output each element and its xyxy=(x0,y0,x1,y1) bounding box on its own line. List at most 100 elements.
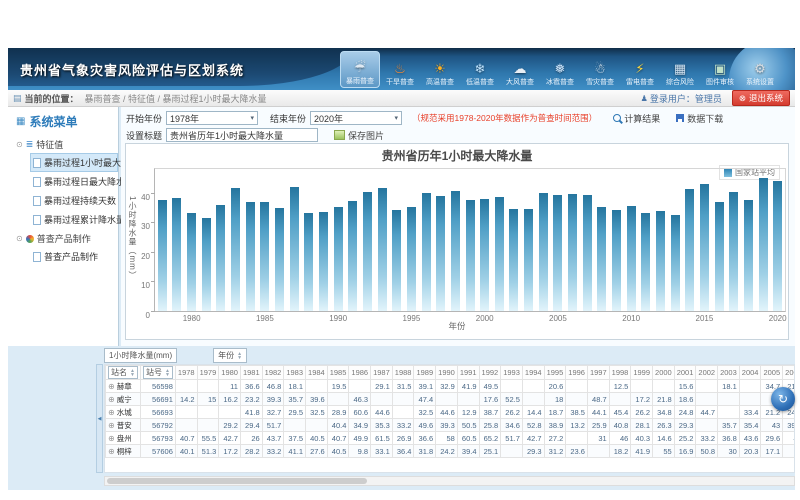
year-col-1979[interactable]: 1979 xyxy=(197,366,219,380)
year-col-1978[interactable]: 1978 xyxy=(175,366,197,380)
year-col-1982[interactable]: 1982 xyxy=(262,366,284,380)
value-cell-1983: 35.7 xyxy=(284,393,306,406)
year-col-1996[interactable]: 1996 xyxy=(566,366,588,380)
year-col-2001[interactable]: 2001 xyxy=(674,366,696,380)
table-row-56792[interactable]: ⊕普安5679229.229.451.740.434.935.333.249.6… xyxy=(106,419,796,432)
year-col-1988[interactable]: 1988 xyxy=(392,366,414,380)
year-col-1980[interactable]: 1980 xyxy=(219,366,241,380)
measure-select[interactable]: 1小时降水量(mm) xyxy=(104,348,177,363)
end-year-select[interactable]: 2020年 ▾ xyxy=(310,111,402,125)
value-cell-1984 xyxy=(306,380,328,393)
col-station-header[interactable]: 站名▲▼ xyxy=(106,366,141,380)
year-col-1992[interactable]: 1992 xyxy=(479,366,501,380)
value-cell-1994: 52.8 xyxy=(522,419,544,432)
nav-low-temp[interactable]: ❄低温普查 xyxy=(460,51,500,88)
sidebar-item[interactable]: 暴雨过程累计降水量 xyxy=(30,210,118,229)
bar-1988 xyxy=(304,213,313,311)
year-col-1990[interactable]: 1990 xyxy=(436,366,458,380)
sidebar-item[interactable]: 普查产品制作 xyxy=(30,247,118,266)
sidebar-item[interactable]: 暴雨过程日最大降水量 xyxy=(30,172,118,191)
expand-icon[interactable]: ⊕ xyxy=(108,382,115,391)
save-image-button[interactable]: 保存图片 xyxy=(334,129,384,142)
y-tick-mark xyxy=(151,193,155,194)
year-col-1986[interactable]: 1986 xyxy=(349,366,371,380)
tree-group[interactable]: ⊙普查产品制作 xyxy=(8,229,118,247)
value-cell-1991 xyxy=(457,393,479,406)
nav-snow[interactable]: ☃雪灾普查 xyxy=(580,51,620,88)
nav-hail[interactable]: ❅冰雹普查 xyxy=(540,51,580,88)
start-year-select[interactable]: 1978年 ▾ xyxy=(166,111,258,125)
logout-icon: ⊗ xyxy=(739,93,746,104)
value-cell-1981: 29.4 xyxy=(240,419,262,432)
col-station-sort-button[interactable]: 站名▲▼ xyxy=(108,366,138,379)
sidebar-item[interactable]: 暴雨过程持续天数 xyxy=(30,191,118,210)
year-col-1983[interactable]: 1983 xyxy=(284,366,306,380)
year-sort-button[interactable]: 年份 ▲▼ xyxy=(213,348,247,363)
sort-icon: ▲▼ xyxy=(165,369,170,377)
value-cell-1987: 29.1 xyxy=(371,380,393,393)
year-col-1993[interactable]: 1993 xyxy=(501,366,523,380)
floating-widget-button[interactable]: ↻ xyxy=(771,387,795,411)
value-cell-1995: 18.7 xyxy=(544,406,566,419)
expand-icon[interactable]: ⊕ xyxy=(108,408,115,417)
nav-high-temp[interactable]: ☀高温普查 xyxy=(420,51,460,88)
year-col-1984[interactable]: 1984 xyxy=(306,366,328,380)
horizontal-scrollbar[interactable] xyxy=(104,476,795,486)
logout-button[interactable]: ⊗ 退出系统 xyxy=(732,90,790,106)
year-col-2003[interactable]: 2003 xyxy=(718,366,740,380)
year-col-1985[interactable]: 1985 xyxy=(327,366,349,380)
year-col-2004[interactable]: 2004 xyxy=(739,366,761,380)
nav-rainstorm[interactable]: ☔暴雨普查 xyxy=(340,51,380,88)
station-id-cell: 56693 xyxy=(140,406,175,419)
value-cell-1991: 41.9 xyxy=(457,380,479,393)
year-col-1981[interactable]: 1981 xyxy=(240,366,262,380)
year-col-1998[interactable]: 1998 xyxy=(609,366,631,380)
year-col-1994[interactable]: 1994 xyxy=(522,366,544,380)
expand-icon[interactable]: ⊕ xyxy=(108,395,115,404)
bar-1985 xyxy=(260,202,269,311)
expand-icon[interactable]: ⊕ xyxy=(108,447,115,456)
tree-group[interactable]: ⊙≣特征值 xyxy=(8,135,118,153)
year-col-1997[interactable]: 1997 xyxy=(587,366,609,380)
value-cell-1986: 46.3 xyxy=(349,393,371,406)
value-cell-2001: 29.3 xyxy=(674,419,696,432)
scrollbar-thumb[interactable] xyxy=(107,478,367,484)
calculate-button[interactable]: 计算结果 xyxy=(613,112,660,125)
table-row-57606[interactable]: ⊕桐梓5760640.151.317.228.233.241.127.640.5… xyxy=(106,445,796,458)
value-cell-1985: 19.5 xyxy=(327,380,349,393)
nav-drought[interactable]: ♨干旱普查 xyxy=(380,51,420,88)
value-cell-1983: 29.5 xyxy=(284,406,306,419)
nav-wind[interactable]: ☁大风普查 xyxy=(500,51,540,88)
table-row-56598[interactable]: ⊕赫章565981136.646.818.119.529.131.539.132… xyxy=(106,380,796,393)
value-cell-1988: 31.5 xyxy=(392,380,414,393)
chart-title-input[interactable] xyxy=(166,128,318,142)
year-col-1995[interactable]: 1995 xyxy=(544,366,566,380)
sidebar-item[interactable]: 暴雨过程1小时最大降水量 xyxy=(30,153,118,172)
year-col-2005[interactable]: 2005 xyxy=(761,366,783,380)
table-row-56793[interactable]: ⊕盘州5679340.755.542.72643.737.540.540.749… xyxy=(106,432,796,445)
download-button[interactable]: 数据下载 xyxy=(676,112,723,125)
station-name: 盘州 xyxy=(117,434,132,443)
year-col-1991[interactable]: 1991 xyxy=(457,366,479,380)
year-col-1999[interactable]: 1999 xyxy=(631,366,653,380)
year-col-1989[interactable]: 1989 xyxy=(414,366,436,380)
nav-settings[interactable]: ⚙系统设置 xyxy=(740,51,780,88)
year-col-2002[interactable]: 2002 xyxy=(696,366,718,380)
nav-lightning[interactable]: ⚡雷电普查 xyxy=(620,51,660,88)
value-cell-1985: 28.9 xyxy=(327,406,349,419)
table-row-56691[interactable]: ⊕威宁5669114.21516.223.239.335.739.646.347… xyxy=(106,393,796,406)
year-col-2006[interactable]: 2006 xyxy=(783,366,795,380)
value-cell-1993: 34.6 xyxy=(501,419,523,432)
col-id-header[interactable]: 站号▲▼ xyxy=(140,366,175,380)
value-cell-1997 xyxy=(587,380,609,393)
table-row-56693[interactable]: ⊕水城5669341.832.729.532.528.960.644.632.5… xyxy=(106,406,796,419)
year-col-1987[interactable]: 1987 xyxy=(371,366,393,380)
nav-map-review[interactable]: ▣图件审核 xyxy=(700,51,740,88)
expand-icon[interactable]: ⊕ xyxy=(108,421,115,430)
panel-splitter[interactable]: ◀ xyxy=(96,364,103,473)
expand-icon[interactable]: ⊕ xyxy=(108,434,115,443)
year-col-2000[interactable]: 2000 xyxy=(653,366,675,380)
bar-2007 xyxy=(583,195,592,311)
nav-risk[interactable]: ▦综合风险 xyxy=(660,51,700,88)
col-id-sort-button[interactable]: 站号▲▼ xyxy=(143,366,173,379)
